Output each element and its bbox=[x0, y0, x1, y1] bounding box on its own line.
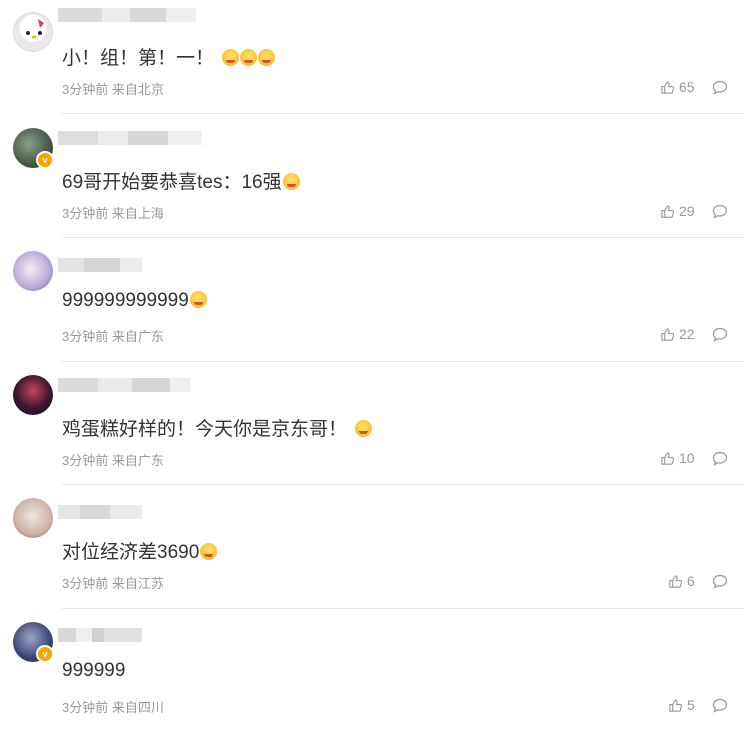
comment-text: 鸡蛋糕好样的！今天你是京东哥！ bbox=[62, 414, 373, 441]
like-button[interactable]: 6 bbox=[668, 573, 695, 589]
avatar[interactable] bbox=[13, 251, 53, 291]
divider bbox=[62, 608, 744, 609]
thumbs-up-icon bbox=[661, 80, 675, 94]
comment-text: 小！组！第！一！ bbox=[62, 43, 276, 70]
heart-eyes-face-icon bbox=[189, 291, 207, 308]
like-button[interactable]: 65 bbox=[660, 79, 695, 95]
like-count: 65 bbox=[679, 79, 695, 95]
thumbs-up-icon bbox=[669, 574, 683, 588]
comment-meta: 3分钟前 来自四川 bbox=[62, 700, 164, 715]
reply-button[interactable] bbox=[712, 204, 728, 224]
comment-text: 999999999999 bbox=[62, 290, 207, 312]
crying-face-icon bbox=[240, 49, 258, 66]
reply-button[interactable] bbox=[712, 451, 728, 471]
reply-button[interactable] bbox=[712, 327, 728, 347]
comment-meta: 3分钟前 来自广东 bbox=[62, 453, 164, 468]
screaming-face-icon bbox=[282, 173, 300, 190]
sweat-face-icon bbox=[200, 543, 218, 560]
username-blurred[interactable] bbox=[58, 505, 142, 519]
username-blurred[interactable] bbox=[58, 258, 142, 272]
comment-text: 对位经济差3690 bbox=[62, 537, 218, 564]
like-button[interactable]: 5 bbox=[668, 697, 695, 713]
verified-v-badge: v bbox=[36, 645, 54, 663]
comment-bubble-icon bbox=[712, 327, 728, 342]
reply-button[interactable] bbox=[712, 698, 728, 718]
comment-bubble-icon bbox=[712, 204, 728, 219]
comment-bubble-icon bbox=[712, 451, 728, 466]
divider bbox=[62, 484, 744, 485]
avatar[interactable] bbox=[13, 498, 53, 538]
reply-button[interactable] bbox=[712, 574, 728, 594]
avatar[interactable] bbox=[13, 375, 53, 415]
comment-bubble-icon bbox=[712, 574, 728, 589]
thumbs-up-icon bbox=[661, 204, 675, 218]
verified-v-badge: v bbox=[36, 151, 54, 169]
thumbs-up-icon bbox=[669, 698, 683, 712]
thumbs-up-icon bbox=[661, 451, 675, 465]
comment-meta: 3分钟前 来自广东 bbox=[62, 329, 164, 344]
like-count: 5 bbox=[687, 697, 695, 713]
divider bbox=[62, 361, 744, 362]
crying-face-icon bbox=[222, 49, 240, 66]
reply-button[interactable] bbox=[712, 80, 728, 100]
screaming-face-icon bbox=[355, 420, 373, 437]
username-blurred[interactable] bbox=[58, 8, 196, 22]
username-blurred[interactable] bbox=[58, 378, 190, 392]
comment-bubble-icon bbox=[712, 80, 728, 95]
like-button[interactable]: 10 bbox=[660, 450, 695, 466]
like-count: 29 bbox=[679, 203, 695, 219]
avatar[interactable] bbox=[13, 12, 53, 52]
like-button[interactable]: 29 bbox=[660, 203, 695, 219]
username-blurred[interactable] bbox=[58, 628, 142, 642]
comment-bubble-icon bbox=[712, 698, 728, 713]
comment-meta: 3分钟前 来自江苏 bbox=[62, 576, 164, 591]
like-count: 22 bbox=[679, 326, 695, 342]
comment-text: 69哥开始要恭喜tes：16强 bbox=[62, 167, 300, 194]
comment-text: 999999 bbox=[62, 660, 126, 681]
crying-face-icon bbox=[258, 49, 276, 66]
divider bbox=[62, 237, 744, 238]
comment-meta: 3分钟前 来自上海 bbox=[62, 206, 164, 221]
thumbs-up-icon bbox=[661, 327, 675, 341]
comment-meta: 3分钟前 来自北京 bbox=[62, 82, 164, 97]
like-count: 10 bbox=[679, 450, 695, 466]
like-button[interactable]: 22 bbox=[660, 326, 695, 342]
username-blurred[interactable] bbox=[58, 131, 202, 145]
like-count: 6 bbox=[687, 573, 695, 589]
divider bbox=[62, 113, 744, 114]
